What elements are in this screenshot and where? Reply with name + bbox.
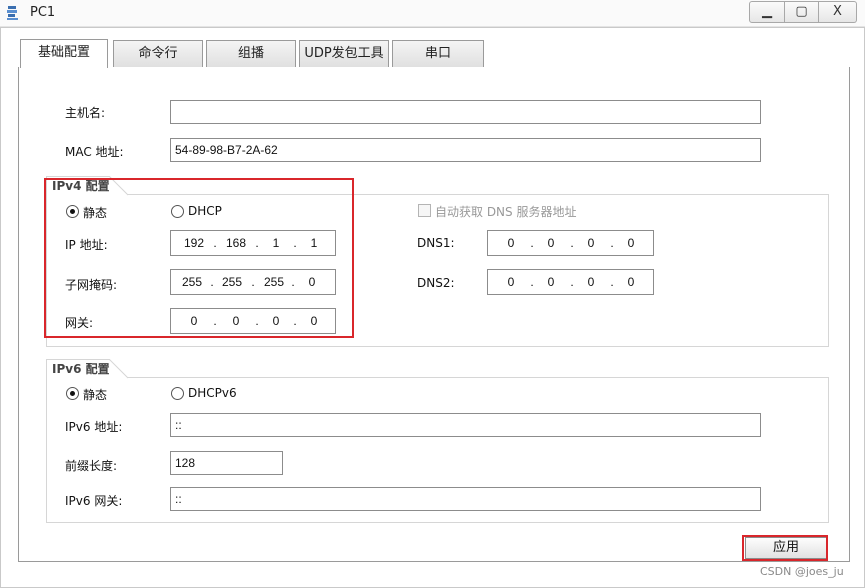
dns2-label: DNS2: — [417, 276, 455, 290]
prefix-length-label: 前缀长度: — [65, 459, 118, 473]
dns2-octet-3: 0 — [587, 275, 595, 289]
ipv6-static-radio[interactable] — [66, 387, 79, 400]
tab-serial-port[interactable]: 串口 — [392, 40, 484, 67]
pc-app-icon — [7, 6, 18, 20]
dns1-octet-4: 0 — [627, 236, 635, 250]
dns1-octet-2: 0 — [547, 236, 555, 250]
ipv6-dhcp-radio[interactable] — [171, 387, 184, 400]
window-title: PC1 — [30, 5, 56, 20]
ipv6-gateway-label: IPv6 网关: — [65, 494, 123, 508]
tab-command-line[interactable]: 命令行 — [113, 40, 203, 67]
auto-dns-label: 自动获取 DNS 服务器地址 — [435, 205, 577, 219]
hostname-input[interactable] — [170, 100, 761, 124]
dns1-octet-3: 0 — [587, 236, 595, 250]
auto-dns-checkbox[interactable] — [418, 204, 431, 217]
dns1-label: DNS1: — [417, 236, 455, 250]
tab-basic-config[interactable]: 基础配置 — [20, 39, 108, 68]
ipv6-address-label: IPv6 地址: — [65, 420, 123, 434]
mac-label: MAC 地址: — [65, 145, 124, 159]
prefix-length-input[interactable]: 128 — [170, 451, 283, 475]
ipv6-static-label: 静态 — [83, 388, 108, 402]
apply-highlight-box — [742, 535, 828, 561]
ipv6-group-tab-edge — [109, 359, 129, 379]
ipv6-dhcp-label: DHCPv6 — [188, 386, 237, 400]
ipv6-address-input[interactable]: :: — [170, 413, 761, 437]
dns1-octet-1: 0 — [507, 236, 515, 250]
dns1-input[interactable]: 0 . 0 . 0 . 0 — [487, 230, 654, 256]
ipv4-highlight-box — [44, 178, 354, 338]
close-button[interactable]: X — [819, 1, 857, 23]
tab-multicast[interactable]: 组播 — [206, 40, 296, 67]
minimize-button[interactable]: ▁ — [749, 1, 785, 23]
ipv6-group-title: IPv6 配置 — [46, 359, 110, 379]
dns2-octet-2: 0 — [547, 275, 555, 289]
watermark: CSDN @joes_ju — [760, 565, 844, 578]
mac-input[interactable]: 54-89-98-B7-2A-62 — [170, 138, 761, 162]
hostname-label: 主机名: — [65, 106, 106, 120]
dns2-octet-1: 0 — [507, 275, 515, 289]
dns2-octet-4: 0 — [627, 275, 635, 289]
ipv6-gateway-input[interactable]: :: — [170, 487, 761, 511]
dns2-input[interactable]: 0 . 0 . 0 . 0 — [487, 269, 654, 295]
title-bar: PC1 ▁ ▢ X — [0, 0, 865, 27]
tab-udp-tool[interactable]: UDP发包工具 — [299, 40, 389, 67]
maximize-button[interactable]: ▢ — [785, 1, 819, 23]
